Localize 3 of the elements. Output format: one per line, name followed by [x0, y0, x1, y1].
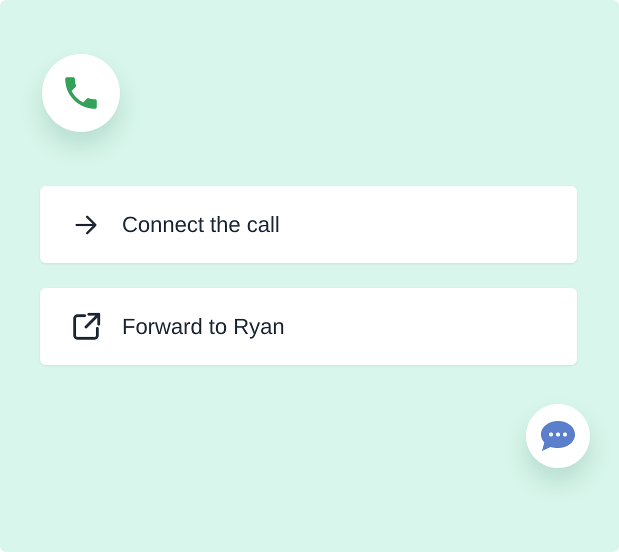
chat-icon: [539, 419, 577, 453]
action-button[interactable]: Forward to Ryan: [40, 288, 577, 365]
action-button[interactable]: Connect the call: [40, 186, 577, 263]
